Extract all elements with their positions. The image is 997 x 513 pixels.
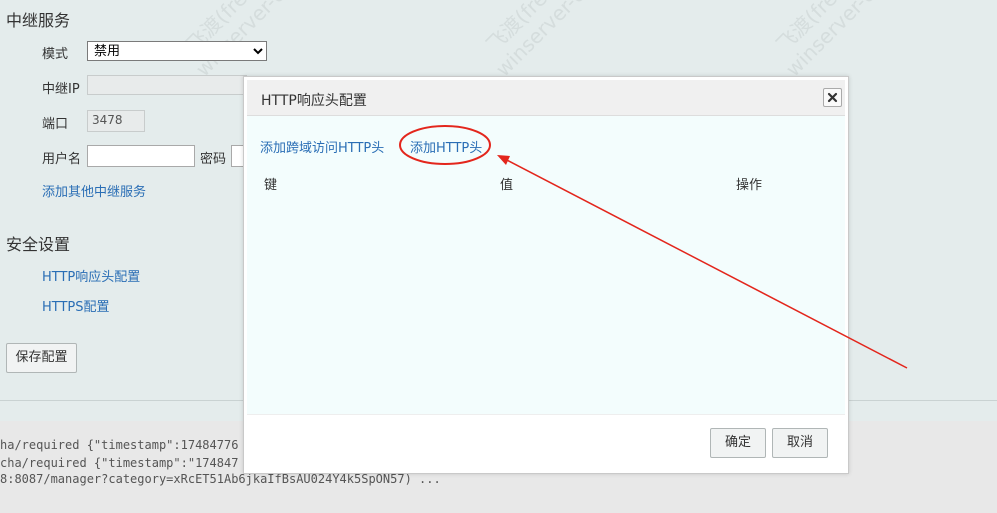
port-label: 端口 — [42, 117, 69, 132]
confirm-button[interactable]: 确定 — [710, 428, 766, 458]
watermark: 飞渡(freedo)winserver-002 — [771, 0, 899, 82]
close-icon — [827, 92, 838, 103]
http-headers-config-link[interactable]: HTTP响应头配置 — [42, 266, 140, 285]
relay-ip-label: 中继IP — [42, 82, 80, 97]
dialog-body: 添加跨域访问HTTP头 添加HTTP头 键 值 操作 — [247, 116, 845, 414]
cancel-button[interactable]: 取消 — [772, 428, 828, 458]
dialog-footer: 确定 取消 — [247, 414, 845, 471]
security-section-title: 安全设置 — [6, 235, 71, 254]
add-other-relay-link[interactable]: 添加其他中继服务 — [42, 181, 146, 200]
mode-select[interactable]: 禁用 — [87, 41, 267, 61]
http-headers-dialog: HTTP响应头配置 添加跨域访问HTTP头 添加HTTP头 键 值 操作 确定 … — [243, 76, 849, 474]
close-button[interactable] — [823, 88, 842, 107]
mode-label: 模式 — [42, 47, 69, 62]
column-header-value: 值 — [500, 178, 514, 193]
add-http-header-link[interactable]: 添加HTTP头 — [410, 137, 482, 156]
port-input[interactable]: 3478 — [87, 110, 145, 132]
dialog-title: HTTP响应头配置 — [261, 93, 367, 109]
log-line: cha/required {"timestamp":"174847 — [0, 456, 239, 470]
username-label: 用户名 — [42, 152, 82, 167]
watermark: 飞渡(freedo)winserver-002 — [481, 0, 609, 82]
relay-ip-input[interactable] — [87, 75, 247, 95]
add-cors-header-link[interactable]: 添加跨域访问HTTP头 — [260, 137, 384, 156]
column-header-action: 操作 — [736, 178, 763, 193]
dialog-header: HTTP响应头配置 — [247, 80, 845, 116]
username-input[interactable] — [87, 145, 195, 167]
column-header-key: 键 — [264, 178, 278, 193]
https-config-link[interactable]: HTTPS配置 — [42, 296, 110, 315]
password-label: 密码 — [200, 152, 227, 167]
log-line: ha/required {"timestamp":17484776 — [0, 438, 239, 452]
log-line: 8:8087/manager?category=xRcET51Ab6jkaIfB… — [0, 472, 441, 486]
save-config-button[interactable]: 保存配置 — [6, 343, 77, 373]
relay-section-title: 中继服务 — [6, 11, 71, 30]
